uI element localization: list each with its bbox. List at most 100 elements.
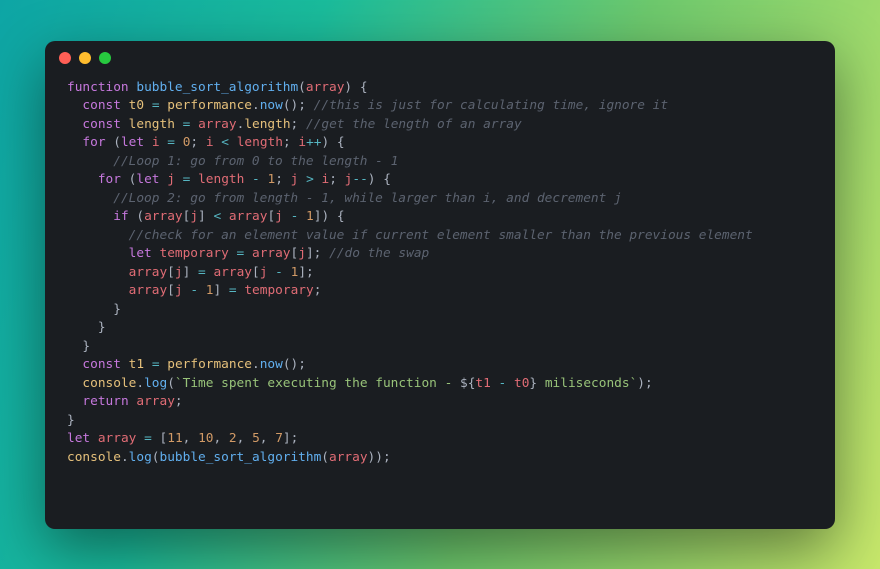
token-var: length (129, 117, 175, 132)
token-fn: now (260, 98, 283, 113)
token-p: [ (167, 265, 175, 280)
token-kw: const (82, 98, 121, 113)
token-p (67, 246, 129, 261)
token-id: i (298, 135, 306, 150)
code-line: if (array[j] < array[j - 1]) { (67, 208, 813, 227)
token-op: < (221, 135, 229, 150)
token-p (229, 246, 237, 261)
token-p (175, 135, 183, 150)
token-p: ( (121, 172, 136, 187)
token-id: i (206, 135, 214, 150)
token-fn: bubble_sort_algorithm (160, 450, 322, 465)
token-id: array (98, 431, 137, 446)
token-p: ; (190, 135, 205, 150)
token-p: , (183, 431, 198, 446)
token-p (67, 394, 82, 409)
token-kw: let (121, 135, 144, 150)
token-p: ; (275, 172, 290, 187)
token-id: length (237, 135, 283, 150)
token-p (67, 283, 129, 298)
token-op: = (167, 135, 175, 150)
token-id: array (136, 394, 175, 409)
token-p: ( (167, 376, 175, 391)
token-p: ] (183, 265, 198, 280)
editor-window: function bubble_sort_algorithm(array) { … (45, 41, 835, 529)
token-id: array (252, 246, 291, 261)
token-p: ) { (344, 80, 367, 95)
token-op: = (198, 265, 206, 280)
token-p (283, 265, 291, 280)
token-p: ]) { (314, 209, 345, 224)
token-op: -- (352, 172, 367, 187)
token-id: j (175, 265, 183, 280)
code-line: //Loop 2: go from length - 1, while larg… (67, 190, 813, 209)
token-id: temporary (159, 246, 228, 261)
close-icon[interactable] (59, 52, 71, 64)
code-line: console.log(`Time spent executing the fu… (67, 375, 813, 394)
token-cm: //this is just for calculating time, ign… (314, 98, 668, 113)
token-p: [ (267, 209, 275, 224)
token-p (506, 376, 514, 391)
token-cm: //Loop 2: go from length - 1, while larg… (113, 191, 622, 206)
token-p (190, 172, 198, 187)
token-p: ( (106, 135, 121, 150)
token-op: > (306, 172, 314, 187)
token-id: array (129, 283, 168, 298)
code-line: array[j] = array[j - 1]; (67, 264, 813, 283)
token-p (136, 431, 144, 446)
token-p: } (67, 339, 90, 354)
token-id: i (152, 135, 160, 150)
token-p (491, 376, 499, 391)
token-var: performance (167, 357, 252, 372)
token-p: ] (213, 283, 228, 298)
token-p: , (260, 431, 275, 446)
token-cm: //check for an element value if current … (129, 228, 753, 243)
token-p (67, 357, 82, 372)
token-p (90, 431, 98, 446)
token-num: 1 (306, 209, 314, 224)
token-p: ( (129, 209, 144, 224)
titlebar (45, 41, 835, 75)
token-p: ; (283, 135, 298, 150)
token-p (67, 98, 82, 113)
token-id: j (175, 283, 183, 298)
token-var: length (244, 117, 290, 132)
token-p: } (67, 413, 75, 428)
token-p (283, 209, 291, 224)
token-p (198, 283, 206, 298)
token-fn: bubble_sort_algorithm (136, 80, 298, 95)
token-p: . (121, 450, 129, 465)
token-p: } (67, 302, 121, 317)
token-num: 7 (275, 431, 283, 446)
token-cm: //get the length of an array (306, 117, 522, 132)
minimize-icon[interactable] (79, 52, 91, 64)
token-p: ( (152, 450, 160, 465)
token-fn: log (129, 450, 152, 465)
token-p (67, 135, 82, 150)
token-p (67, 172, 98, 187)
token-kw: let (136, 172, 159, 187)
token-p: . (136, 376, 144, 391)
code-line: //check for an element value if current … (67, 227, 813, 246)
token-id: array (129, 265, 168, 280)
code-line: array[j - 1] = temporary; (67, 282, 813, 301)
token-p (67, 376, 82, 391)
code-line: let temporary = array[j]; //do the swap (67, 245, 813, 264)
token-p (121, 117, 129, 132)
code-line: let array = [11, 10, 2, 5, 7]; (67, 430, 813, 449)
maximize-icon[interactable] (99, 52, 111, 64)
token-kw: return (82, 394, 128, 409)
token-id: array (144, 209, 183, 224)
token-id: array (229, 209, 268, 224)
token-op: = (144, 431, 152, 446)
token-p: (); (283, 98, 314, 113)
token-p (175, 172, 183, 187)
token-kw: for (82, 135, 105, 150)
token-p: . (252, 357, 260, 372)
code-block: function bubble_sort_algorithm(array) { … (45, 75, 835, 529)
token-id: array (329, 450, 368, 465)
token-p (298, 172, 306, 187)
token-var: t1 (129, 357, 144, 372)
token-p (221, 209, 229, 224)
token-var: console (67, 450, 121, 465)
